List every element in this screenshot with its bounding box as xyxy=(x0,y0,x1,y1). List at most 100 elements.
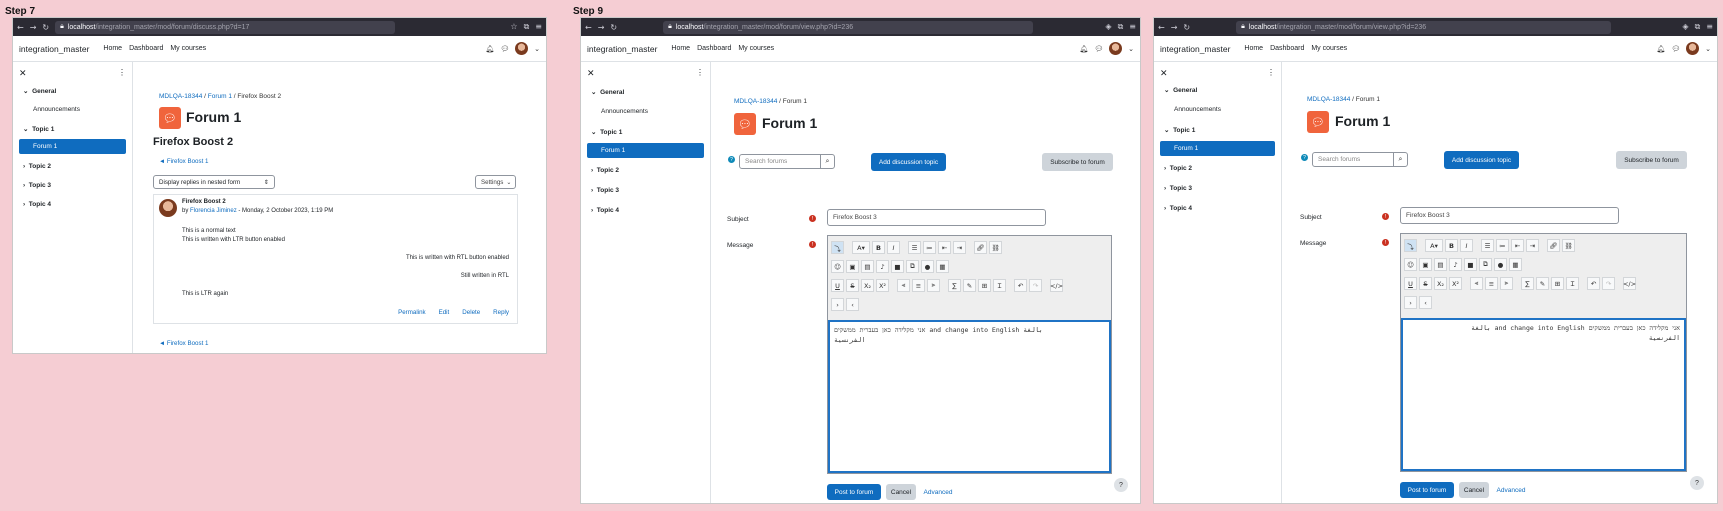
drawer-section-topic1[interactable]: ⌄ Topic 1 xyxy=(587,125,704,139)
post-to-forum-button[interactable]: Post to forum xyxy=(827,484,881,500)
numbered-list-icon[interactable]: ≔ xyxy=(923,241,936,254)
strikethrough-icon[interactable]: S xyxy=(846,279,859,292)
table-icon[interactable]: ▦ xyxy=(1509,258,1522,271)
bold-icon[interactable]: B xyxy=(872,241,885,254)
link-icon[interactable]: 🔗︎ xyxy=(1547,239,1560,252)
forward-icon[interactable]: → xyxy=(598,23,605,32)
drawer-section-topic1[interactable]: ⌄ Topic 1 xyxy=(1160,123,1275,137)
superscript-icon[interactable]: X² xyxy=(876,279,889,292)
undo-icon[interactable]: ↶ xyxy=(1587,277,1600,290)
drawer-item-announcements[interactable]: Announcements xyxy=(1160,103,1275,116)
bell-icon[interactable]: 🔔︎ xyxy=(1656,45,1665,53)
help-icon[interactable]: ? xyxy=(1301,154,1308,161)
align-left-icon[interactable]: ⫷ xyxy=(897,279,910,292)
align-left-icon[interactable]: ⫷ xyxy=(1470,277,1483,290)
close-icon[interactable]: ✕ xyxy=(19,68,27,79)
subscribe-button[interactable]: Subscribe to forum xyxy=(1042,153,1113,171)
reload-icon[interactable]: ↻ xyxy=(42,23,49,32)
undo-icon[interactable]: ↶ xyxy=(1014,279,1027,292)
html-icon[interactable]: </> xyxy=(1623,277,1636,290)
drawer-section-topic4[interactable]: › Topic 4 xyxy=(19,198,126,211)
kebab-icon[interactable]: ⋮ xyxy=(118,68,126,77)
nav-dashboard[interactable]: Dashboard xyxy=(129,45,163,52)
italic-icon[interactable]: I xyxy=(887,241,900,254)
emoji-icon[interactable]: ☺ xyxy=(831,260,844,273)
emoji-icon[interactable]: ☺ xyxy=(1404,258,1417,271)
author-link[interactable]: Florencia Jiminez xyxy=(190,208,237,214)
menu-icon[interactable]: ≡ xyxy=(535,22,542,32)
rtl-icon[interactable]: ‹ xyxy=(1419,296,1432,309)
drawer-section-topic4[interactable]: › Topic 4 xyxy=(587,204,704,217)
edit-icon[interactable]: ✎ xyxy=(1536,277,1549,290)
table-icon[interactable]: ▦ xyxy=(936,260,949,273)
drawer-section-topic2[interactable]: › Topic 2 xyxy=(19,160,126,173)
url-bar[interactable]: 🔒︎ localhost/integration_master/mod/foru… xyxy=(663,20,1034,34)
extensions-icon[interactable]: ⧉ xyxy=(1118,22,1124,32)
drawer-item-announcements[interactable]: Announcements xyxy=(587,105,704,118)
search-input[interactable]: Search forums ⌕ xyxy=(739,154,835,169)
add-discussion-button[interactable]: Add discussion topic xyxy=(871,153,946,171)
video-icon[interactable]: ■ xyxy=(1464,258,1477,271)
add-discussion-button[interactable]: Add discussion topic xyxy=(1444,151,1519,169)
nav-home[interactable]: Home xyxy=(103,45,122,52)
forward-icon[interactable]: → xyxy=(30,23,37,32)
close-icon[interactable]: ✕ xyxy=(587,68,595,79)
drawer-section-topic3[interactable]: › Topic 3 xyxy=(587,184,704,197)
equation-icon[interactable]: ∑ xyxy=(948,279,961,292)
underline-icon[interactable]: U xyxy=(1404,277,1417,290)
nav-my-courses[interactable]: My courses xyxy=(738,45,774,52)
nav-dashboard[interactable]: Dashboard xyxy=(697,45,731,52)
align-center-icon[interactable]: ≡ xyxy=(1485,277,1498,290)
rtl-icon[interactable]: ‹ xyxy=(846,298,859,311)
cancel-button[interactable]: Cancel xyxy=(1459,482,1489,498)
subscript-icon[interactable]: X₂ xyxy=(1434,277,1447,290)
bullet-list-icon[interactable]: ☰ xyxy=(1481,239,1494,252)
drawer-section-topic3[interactable]: › Topic 3 xyxy=(19,179,126,192)
kebab-icon[interactable]: ⋮ xyxy=(1267,68,1275,77)
breadcrumb-link[interactable]: MDLQA-18344 xyxy=(734,98,777,105)
image-icon[interactable]: ▣ xyxy=(1419,258,1432,271)
subject-field[interactable]: Firefox Boost 3 xyxy=(1400,207,1619,224)
clear-format-icon[interactable]: Ɪ xyxy=(1566,277,1579,290)
font-size-icon[interactable]: A▾ xyxy=(852,241,870,254)
permalink-link[interactable]: Permalink xyxy=(398,309,426,316)
drawer-section-topic2[interactable]: › Topic 2 xyxy=(587,164,704,177)
ltr-icon[interactable]: › xyxy=(831,298,844,311)
ltr-icon[interactable]: › xyxy=(1404,296,1417,309)
align-right-icon[interactable]: ⫸ xyxy=(927,279,940,292)
message-icon[interactable]: 💬︎ xyxy=(1671,45,1680,53)
menu-icon[interactable]: ≡ xyxy=(1706,22,1713,32)
toggle-toolbar-icon[interactable]: ⤵ xyxy=(1404,239,1417,252)
search-icon[interactable]: ⌕ xyxy=(820,155,834,168)
drawer-section-topic3[interactable]: › Topic 3 xyxy=(1160,182,1275,195)
bell-icon[interactable]: 🔔︎ xyxy=(1079,45,1088,53)
site-name[interactable]: integration_master xyxy=(587,44,657,54)
drawer-item-announcements[interactable]: Announcements xyxy=(19,103,126,116)
avatar[interactable] xyxy=(515,42,529,55)
advanced-link[interactable]: Advanced xyxy=(1493,482,1529,498)
drawer-item-forum1[interactable]: Forum 1 xyxy=(587,143,704,158)
help-circle-icon[interactable]: ? xyxy=(1114,478,1128,492)
drawer-section-general[interactable]: ⌄ General xyxy=(1160,83,1275,97)
url-bar[interactable]: 🔒︎ localhost/integration_master/mod/foru… xyxy=(1236,20,1612,34)
indent-icon[interactable]: ⇥ xyxy=(1526,239,1539,252)
microphone-icon[interactable]: ♪ xyxy=(876,260,889,273)
forward-icon[interactable]: → xyxy=(1171,23,1178,32)
advanced-link[interactable]: Advanced xyxy=(920,484,956,500)
nav-home[interactable]: Home xyxy=(1244,45,1263,52)
menu-icon[interactable]: ≡ xyxy=(1129,22,1136,32)
prev-discussion-link-bottom[interactable]: ◄ Firefox Boost 1 xyxy=(159,340,208,347)
prev-discussion-link[interactable]: ◄ Firefox Boost 1 xyxy=(159,158,208,165)
numbered-list-icon[interactable]: ≔ xyxy=(1496,239,1509,252)
drawer-section-topic1[interactable]: ⌄ Topic 1 xyxy=(19,122,126,136)
align-center-icon[interactable]: ≡ xyxy=(912,279,925,292)
drawer-section-general[interactable]: ⌄ General xyxy=(19,84,126,98)
superscript-icon[interactable]: X² xyxy=(1449,277,1462,290)
breadcrumb-link[interactable]: MDLQA-18344 xyxy=(159,93,202,100)
table-edit-icon[interactable]: ⊞ xyxy=(1551,277,1564,290)
edit-link[interactable]: Edit xyxy=(439,309,450,316)
nav-home[interactable]: Home xyxy=(671,45,690,52)
back-icon[interactable]: ← xyxy=(17,23,24,32)
reload-icon[interactable]: ↻ xyxy=(610,23,617,32)
drawer-item-forum1[interactable]: Forum 1 xyxy=(19,139,126,154)
